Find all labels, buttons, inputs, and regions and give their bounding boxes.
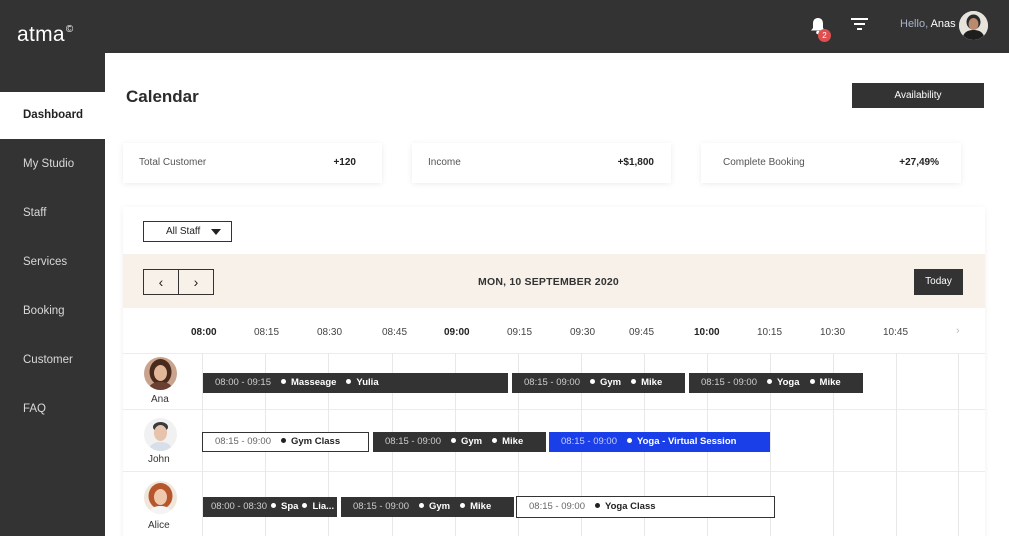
calendar-event[interactable]: 08:15 - 09:00 Gym Mike xyxy=(341,497,514,517)
user-avatar-image xyxy=(959,11,988,40)
staff-name: Ana xyxy=(151,394,169,405)
event-time: 08:15 - 09:00 xyxy=(524,377,580,388)
event-customer: Lia... xyxy=(302,501,334,512)
event-time: 08:00 - 09:15 xyxy=(215,377,271,388)
event-time: 08:15 - 09:00 xyxy=(529,501,585,512)
event-time: 08:15 - 09:00 xyxy=(385,436,441,447)
staff-filter-select[interactable]: All Staff xyxy=(143,221,232,242)
caret-down-icon xyxy=(211,229,221,235)
staff-avatar-john[interactable] xyxy=(144,418,177,451)
stat-label: Total Customer xyxy=(139,157,207,168)
logo-mark: © xyxy=(65,24,74,35)
greeting-text: Hello, xyxy=(900,18,929,30)
time-label: 08:15 xyxy=(254,327,280,338)
time-label: 09:15 xyxy=(507,327,533,338)
time-label: 10:15 xyxy=(757,327,783,338)
current-date: MON, 10 SEPTEMBER 2020 xyxy=(478,276,619,288)
stat-value: +120 xyxy=(333,157,356,168)
grid-line xyxy=(123,353,985,354)
today-button[interactable]: Today xyxy=(914,269,963,295)
staff-avatar-alice[interactable] xyxy=(144,481,177,514)
stat-card-complete-booking: Complete Booking +27,49% xyxy=(701,143,961,183)
page-title: Calendar xyxy=(126,87,199,106)
prev-day-button[interactable]: ‹ xyxy=(143,269,179,295)
staff-avatar-ana[interactable] xyxy=(144,357,177,390)
event-service: Gym Class xyxy=(281,436,340,447)
event-service: Yoga xyxy=(767,377,800,388)
calendar-event[interactable]: 08:15 - 09:00 Gym Mike xyxy=(373,432,546,452)
staff-avatar-image xyxy=(144,357,177,390)
sidebar-item-dashboard[interactable]: Dashboard xyxy=(0,92,105,139)
app-logo[interactable]: atma© xyxy=(17,23,74,47)
availability-button[interactable]: Availability xyxy=(852,83,984,108)
event-service: Yoga - Virtual Session xyxy=(627,436,736,447)
event-time: 08:15 - 09:00 xyxy=(701,377,757,388)
staff-name: John xyxy=(148,454,170,465)
calendar-event[interactable]: 08:15 - 09:00 Gym Mike xyxy=(512,373,685,393)
sidebar-item-staff[interactable]: Staff xyxy=(0,190,105,237)
sidebar-item-faq[interactable]: FAQ xyxy=(0,386,105,433)
time-label: 08:00 xyxy=(191,327,217,338)
calendar-event-virtual[interactable]: 08:15 - 09:00 Yoga - Virtual Session xyxy=(549,432,770,452)
event-customer: Mike xyxy=(631,377,662,388)
logo-text: atma xyxy=(17,23,65,46)
grid-line xyxy=(896,353,897,536)
chevron-right-icon[interactable]: › xyxy=(956,325,960,337)
staff-name: Alice xyxy=(148,520,170,531)
event-service: Masseage xyxy=(281,377,336,388)
event-customer: Yulia xyxy=(346,377,378,388)
grid-line xyxy=(958,353,959,536)
event-customer: Mike xyxy=(492,436,523,447)
grid-line xyxy=(123,409,985,410)
event-service: Yoga Class xyxy=(595,501,656,512)
calendar-event[interactable]: 08:15 - 09:00 Yoga Mike xyxy=(689,373,863,393)
grid-line xyxy=(123,471,985,472)
notification-badge: 2 xyxy=(818,29,831,42)
staff-filter-value: All Staff xyxy=(166,226,201,237)
filter-icon[interactable] xyxy=(851,17,868,32)
event-time: 08:15 - 09:00 xyxy=(561,436,617,447)
stat-value: +27,49% xyxy=(899,157,939,168)
chevron-right-icon: › xyxy=(193,274,199,290)
event-service: Spa xyxy=(271,501,298,512)
time-label: 09:30 xyxy=(570,327,596,338)
user-avatar[interactable] xyxy=(959,11,988,40)
event-customer: Mike xyxy=(460,501,491,512)
next-day-button[interactable]: › xyxy=(178,269,214,295)
calendar-event[interactable]: 08:15 - 09:00 Gym Class xyxy=(202,432,369,452)
event-customer: Mike xyxy=(810,377,841,388)
event-service: Gym xyxy=(419,501,450,512)
time-label: 09:45 xyxy=(629,327,655,338)
chevron-left-icon: ‹ xyxy=(158,274,164,290)
calendar-event[interactable]: 08:00 - 08:30 Spa Lia... xyxy=(203,497,337,517)
sidebar-item-customer[interactable]: Customer xyxy=(0,337,105,384)
calendar-event[interactable]: 08:15 - 09:00 Yoga Class xyxy=(516,496,775,518)
stat-card-income: Income +$1,800 xyxy=(412,143,671,183)
sidebar-item-booking[interactable]: Booking xyxy=(0,288,105,335)
calendar-event[interactable]: 08:00 - 09:15 Masseage Yulia xyxy=(203,373,508,393)
time-label: 08:30 xyxy=(317,327,343,338)
event-time: 08:15 - 09:00 xyxy=(353,501,409,512)
sidebar-item-my-studio[interactable]: My Studio xyxy=(0,141,105,188)
stat-value: +$1,800 xyxy=(617,157,654,168)
time-label: 09:00 xyxy=(444,327,470,338)
stat-label: Income xyxy=(428,157,461,168)
stat-label: Complete Booking xyxy=(723,157,805,168)
sidebar-item-services[interactable]: Services xyxy=(0,239,105,286)
staff-avatar-image xyxy=(144,418,177,451)
user-name: Anas xyxy=(930,18,956,30)
event-service: Gym xyxy=(451,436,482,447)
time-label: 08:45 xyxy=(382,327,408,338)
user-greeting[interactable]: Hello, Anas xyxy=(900,18,956,30)
stat-card-total-customer: Total Customer +120 xyxy=(123,143,382,183)
staff-avatar-image xyxy=(144,481,177,514)
time-label: 10:45 xyxy=(883,327,909,338)
time-label: 10:00 xyxy=(694,327,720,338)
event-time: 08:00 - 08:30 xyxy=(211,501,267,512)
time-label: 10:30 xyxy=(820,327,846,338)
event-service: Gym xyxy=(590,377,621,388)
event-time: 08:15 - 09:00 xyxy=(215,436,271,447)
